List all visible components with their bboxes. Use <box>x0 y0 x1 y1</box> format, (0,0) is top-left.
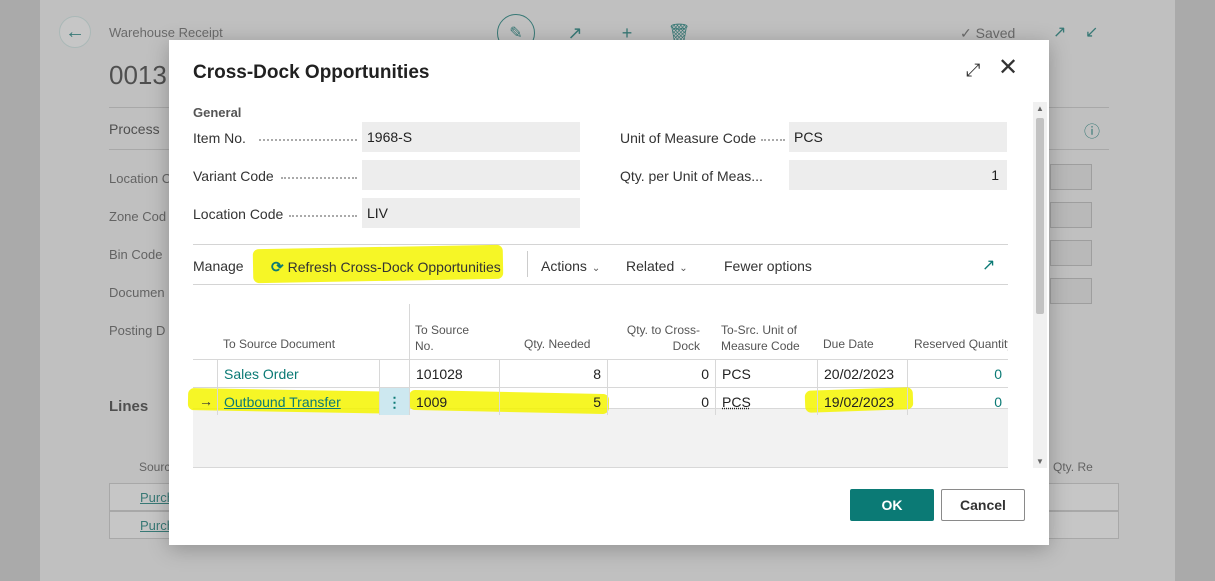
variant-code-field[interactable] <box>362 160 580 190</box>
col-header-reserved-qty[interactable]: Reserved Quantity <box>914 336 1008 352</box>
row-doc-link[interactable]: Sales Order <box>217 360 379 387</box>
col-header-due-date[interactable]: Due Date <box>823 336 874 352</box>
col-header-to-source-no[interactable]: To Source No. <box>415 322 469 354</box>
related-label: Related <box>626 258 675 274</box>
action-separator <box>527 251 528 277</box>
action-bar-bottom-border <box>193 284 1008 285</box>
chevron-down-icon: ⌄ <box>679 263 688 274</box>
item-no-label: Item No. <box>193 130 246 146</box>
variant-code-label: Variant Code <box>193 168 274 184</box>
row-selected-arrow-icon: → <box>199 393 213 409</box>
row-qty-needed[interactable]: 5 <box>499 388 607 415</box>
row-qty-cross[interactable]: 0 <box>607 388 715 415</box>
qty-per-uom-field[interactable]: 1 <box>789 160 1007 190</box>
col-header-line: Measure Code <box>721 339 800 353</box>
leader-dots <box>761 131 785 141</box>
row-menu-cell[interactable] <box>379 360 409 387</box>
general-section-label: General <box>193 105 242 120</box>
col-header-qty-needed[interactable]: Qty. Needed <box>524 336 590 352</box>
share-icon[interactable]: ↗ <box>982 255 995 275</box>
row-qty-needed[interactable]: 8 <box>499 360 607 387</box>
dialog-scrollbar[interactable]: ▲ ▼ <box>1033 102 1047 468</box>
location-code-field[interactable]: LIV <box>362 198 580 228</box>
expand-icon[interactable]: ⤢ <box>966 60 980 81</box>
ok-button[interactable]: OK <box>850 489 934 521</box>
action-bar-top-border <box>193 244 1008 245</box>
related-menu[interactable]: Related ⌄ <box>626 258 688 274</box>
item-no-field[interactable]: 1968-S <box>362 122 580 152</box>
row-reserved-qty[interactable]: 0 <box>907 360 1008 387</box>
table-row[interactable]: → Outbound Transfer ⋮ 1009 5 0 PCS 19/02… <box>187 387 1008 415</box>
col-header-line: To-Src. Unit of <box>721 323 798 337</box>
scroll-up-icon[interactable]: ▲ <box>1036 104 1044 113</box>
leader-dots <box>281 169 357 179</box>
grid-empty-area <box>193 408 1008 468</box>
col-header-line: No. <box>415 339 434 353</box>
leader-dots <box>289 207 357 217</box>
location-code-label: Location Code <box>193 206 284 222</box>
actions-menu[interactable]: Actions ⌄ <box>541 258 600 274</box>
header-divider <box>409 304 410 359</box>
row-source-no[interactable]: 1009 <box>409 388 499 415</box>
row-uom[interactable]: PCS <box>715 360 817 387</box>
qty-per-uom-label: Qty. per Unit of Meas... <box>620 168 763 184</box>
col-header-line: Qty. to Cross- <box>626 323 700 337</box>
col-header-line: To Source <box>415 323 470 337</box>
row-qty-cross[interactable]: 0 <box>607 360 715 387</box>
row-source-no[interactable]: 101028 <box>409 360 499 387</box>
cross-dock-dialog: Cross-Dock Opportunities ⤢ ✕ ▲ ▼ General… <box>169 40 1049 545</box>
row-uom[interactable]: PCS <box>715 388 817 415</box>
close-icon[interactable]: ✕ <box>998 56 1018 80</box>
leader-dots <box>259 131 357 141</box>
uom-code-label: Unit of Measure Code <box>620 130 757 146</box>
row-due-date[interactable]: 20/02/2023 <box>817 360 907 387</box>
actions-label: Actions <box>541 258 587 274</box>
uom-code-field[interactable]: PCS <box>789 122 1007 152</box>
refresh-cross-dock-button[interactable]: ⟳ Refresh Cross-Dock Opportunities <box>271 258 501 276</box>
more-options-icon[interactable]: ⋮ <box>379 388 409 415</box>
refresh-icon: ⟳ <box>271 259 284 276</box>
fewer-options-button[interactable]: Fewer options <box>724 258 812 274</box>
dialog-title: Cross-Dock Opportunities <box>193 62 430 83</box>
scroll-down-icon[interactable]: ▼ <box>1036 457 1044 466</box>
chevron-down-icon: ⌄ <box>591 263 601 274</box>
table-row[interactable]: Sales Order 101028 8 0 PCS 20/02/2023 0 <box>193 359 1008 387</box>
manage-menu[interactable]: Manage <box>193 258 244 274</box>
col-header-line: Dock <box>672 339 700 353</box>
row-doc-link[interactable]: Outbound Transfer <box>217 388 379 415</box>
refresh-label: Refresh Cross-Dock Opportunities <box>287 259 501 275</box>
row-reserved-qty[interactable]: 0 <box>907 388 1008 415</box>
col-header-to-source-document[interactable]: To Source Document <box>223 336 335 352</box>
col-header-to-src-uom[interactable]: To-Src. Unit of Measure Code <box>721 322 800 354</box>
cancel-button[interactable]: Cancel <box>941 489 1025 521</box>
scroll-thumb[interactable] <box>1036 118 1044 314</box>
col-header-qty-to-cross-dock[interactable]: Qty. to Cross- Dock <box>626 322 700 354</box>
row-due-date[interactable]: 19/02/2023 <box>817 388 907 415</box>
